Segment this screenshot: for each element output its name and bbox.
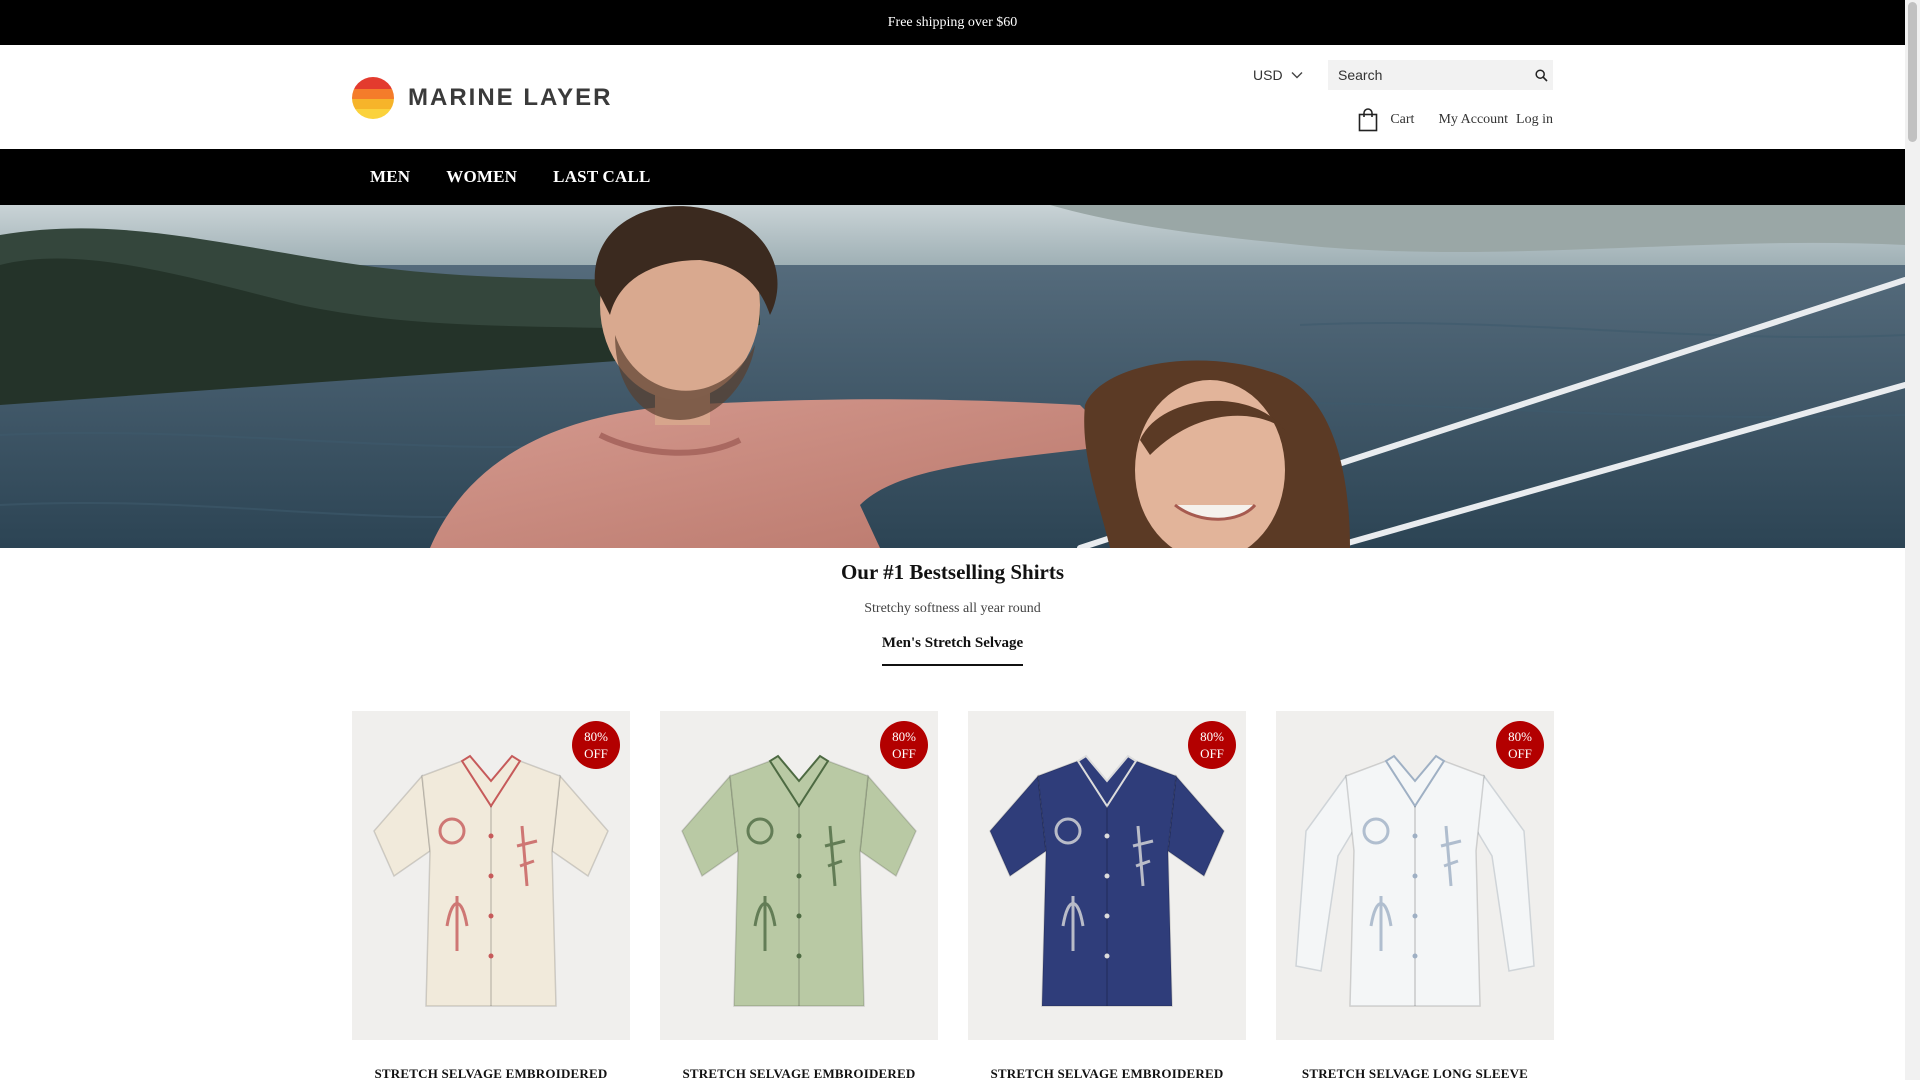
nav-item-last-call[interactable]: LAST CALL	[535, 167, 668, 187]
product-card[interactable]: 80% OFF STRETCH SELVAGE EMBROIDERED	[660, 711, 938, 1080]
search-icon	[1534, 68, 1548, 82]
search-input[interactable]	[1328, 60, 1529, 90]
product-image[interactable]: 80% OFF	[968, 711, 1246, 1040]
product-image[interactable]: 80% OFF	[660, 711, 938, 1040]
announcement-bar: Free shipping over $60	[0, 0, 1905, 45]
cart-link[interactable]: Cart	[1358, 108, 1414, 132]
product-card[interactable]: 80% OFF STRETCH SELVAGE LONG SLEEVE	[1276, 711, 1554, 1080]
product-name[interactable]: STRETCH SELVAGE EMBROIDERED	[352, 1066, 630, 1080]
brand-name: MARINE LAYER	[408, 84, 613, 111]
hero-banner[interactable]	[0, 205, 1905, 548]
main-nav: MEN WOMEN LAST CALL	[0, 149, 1905, 205]
page: Free shipping over $60 MARINE LAYER USD	[0, 0, 1905, 1080]
product-name[interactable]: STRETCH SELVAGE EMBROIDERED	[660, 1066, 938, 1080]
chevron-down-icon	[1291, 72, 1303, 79]
product-image[interactable]: 80% OFF	[1276, 711, 1554, 1040]
cart-label: Cart	[1390, 112, 1415, 127]
collection-tabs: Men's Stretch Selvage	[0, 635, 1905, 666]
hero-image	[0, 205, 1905, 548]
product-grid: 80% OFF STRETCH SELVAGE EMBROIDERED 80% …	[352, 711, 1554, 1080]
scrollbar-thumb[interactable]	[1908, 2, 1917, 142]
announcement-text: Free shipping over $60	[887, 14, 1018, 30]
scrollbar[interactable]	[1905, 0, 1920, 1080]
brand-logo-link[interactable]: MARINE LAYER	[352, 77, 612, 119]
product-card[interactable]: 80% OFF STRETCH SELVAGE EMBROIDERED	[968, 711, 1246, 1080]
discount-badge: 80% OFF	[1188, 721, 1236, 769]
product-card[interactable]: 80% OFF STRETCH SELVAGE EMBROIDERED	[352, 711, 630, 1080]
search-button[interactable]	[1529, 60, 1553, 90]
tab-mens-stretch-selvage[interactable]: Men's Stretch Selvage	[881, 635, 1024, 666]
brand-logo-mark	[352, 77, 394, 119]
login-link[interactable]: Log in	[1516, 112, 1553, 128]
search-box	[1328, 60, 1553, 90]
section-title: Our #1 Bestselling Shirts	[840, 560, 1065, 584]
product-name[interactable]: STRETCH SELVAGE EMBROIDERED	[968, 1066, 1246, 1080]
account-links: Cart My Account Log in	[1358, 108, 1553, 132]
discount-badge: 80% OFF	[880, 721, 928, 769]
my-account-link[interactable]: My Account	[1438, 112, 1508, 128]
discount-badge: 80% OFF	[572, 721, 620, 769]
nav-item-women[interactable]: WOMEN	[428, 167, 535, 187]
product-image[interactable]: 80% OFF	[352, 711, 630, 1040]
shopping-bag-icon	[1359, 108, 1378, 132]
nav-item-men[interactable]: MEN	[352, 167, 428, 187]
site-header: MARINE LAYER USD Cart	[0, 45, 1905, 149]
currency-selector[interactable]: USD	[1253, 63, 1303, 87]
discount-badge: 80% OFF	[1496, 721, 1544, 769]
product-name[interactable]: STRETCH SELVAGE LONG SLEEVE	[1276, 1066, 1554, 1080]
currency-value: USD	[1253, 67, 1283, 83]
section-subtitle: Stretchy softness all year round	[864, 601, 1041, 616]
